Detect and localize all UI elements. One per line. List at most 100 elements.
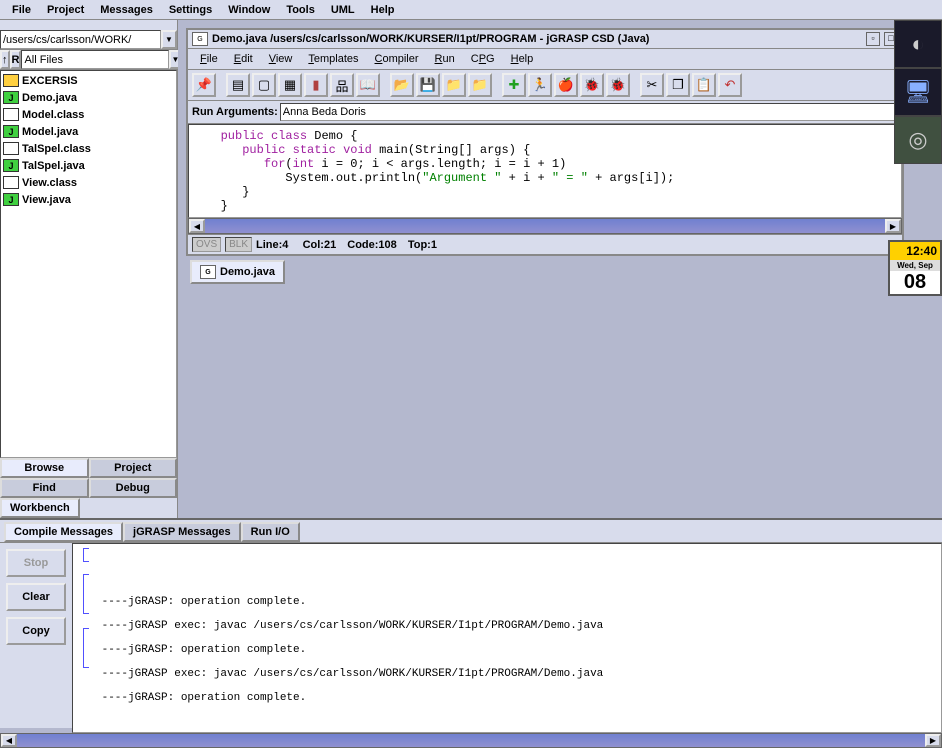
clock-widget[interactable]: 12:40 Wed, Sep 08 <box>888 240 942 296</box>
dock-app-icon[interactable]: ◎ <box>894 116 942 164</box>
filter-input[interactable] <box>21 50 169 69</box>
h-scrollbar[interactable]: ◀ ▶ <box>188 218 902 234</box>
tab-run-io[interactable]: Run I/O <box>241 522 300 542</box>
menu-project[interactable]: Project <box>39 2 92 18</box>
scroll-right-icon[interactable]: ▶ <box>885 219 901 233</box>
tab-find[interactable]: Find <box>0 478 89 498</box>
doc-icon: G <box>200 265 216 279</box>
ed-menu-help[interactable]: Help <box>503 51 542 67</box>
statusbar: OVS BLK Line:4 Col:21 Code:108 Top:1 <box>188 234 902 254</box>
ed-menu-templates[interactable]: Templates <box>300 51 366 67</box>
tab-debug[interactable]: Debug <box>89 478 178 498</box>
pin-icon[interactable]: 📌 <box>192 73 216 97</box>
refresh-button[interactable]: R <box>10 50 22 69</box>
open-icon[interactable]: 📂 <box>390 73 414 97</box>
tab-browse[interactable]: Browse <box>0 458 89 478</box>
nav-row: ↑ R ▼ <box>0 50 177 70</box>
doc-tab-demo[interactable]: G Demo.java <box>190 260 285 284</box>
remove-csd-icon[interactable]: ▢ <box>252 73 276 97</box>
path-input[interactable] <box>0 30 161 49</box>
chart-icon[interactable]: ▮ <box>304 73 328 97</box>
menu-help[interactable]: Help <box>363 2 403 18</box>
menu-file[interactable]: File <box>4 2 39 18</box>
paste-icon[interactable]: 📋 <box>692 73 716 97</box>
runargs-input[interactable] <box>280 103 898 121</box>
tab-jgrasp-messages[interactable]: jGRASP Messages <box>123 522 241 542</box>
csd-icon[interactable]: ▤ <box>226 73 250 97</box>
run-icon[interactable]: 🏃 <box>528 73 552 97</box>
ed-menu-view[interactable]: View <box>261 51 301 67</box>
ed-menu-compiler[interactable]: Compiler <box>367 51 427 67</box>
dock-globe-icon[interactable]: ◐ <box>894 20 942 68</box>
editor-titlebar: G Demo.java /users/cs/carlsson/WORK/KURS… <box>188 30 902 49</box>
msg-body: Stop Clear Copy ----jGRASP: operation co… <box>0 542 942 733</box>
menu-tools[interactable]: Tools <box>278 2 323 18</box>
file-label: Model.java <box>22 126 78 138</box>
file-item-model-java[interactable]: JModel.java <box>2 123 175 140</box>
scroll-left-icon[interactable]: ◀ <box>1 734 17 747</box>
file-item-demo[interactable]: JDemo.java <box>2 89 175 106</box>
scroll-track[interactable] <box>205 219 885 233</box>
tab-workbench[interactable]: Workbench <box>0 498 80 518</box>
file-item-talspel-class[interactable]: TalSpel.class <box>2 140 175 157</box>
ed-menu-edit[interactable]: Edit <box>226 51 261 67</box>
menu-messages[interactable]: Messages <box>92 2 161 18</box>
tab-project[interactable]: Project <box>89 458 178 478</box>
menu-window[interactable]: Window <box>220 2 278 18</box>
debug-apple-icon[interactable]: 🐞 <box>606 73 630 97</box>
scroll-right-icon[interactable]: ▶ <box>925 734 941 747</box>
clock-date: 08 <box>890 271 940 294</box>
msg-output[interactable]: ----jGRASP: operation complete. ----jGRA… <box>72 543 942 733</box>
right-area: G Demo.java /users/cs/carlsson/WORK/KURS… <box>178 20 942 518</box>
file-item-model-class[interactable]: Model.class <box>2 106 175 123</box>
java-icon: J <box>3 159 19 172</box>
menu-settings[interactable]: Settings <box>161 2 220 18</box>
copy-icon[interactable]: ❐ <box>666 73 690 97</box>
class-icon <box>3 176 19 189</box>
up-button[interactable]: ↑ <box>0 50 10 69</box>
ed-menu-run[interactable]: Run <box>427 51 463 67</box>
browse-fwd-icon[interactable]: 📁 <box>468 73 492 97</box>
left-tabs-1: Browse Project <box>0 458 177 478</box>
dock-monitor-icon[interactable]: 🖥 <box>894 68 942 116</box>
menu-uml[interactable]: UML <box>323 2 363 18</box>
stop-button[interactable]: Stop <box>6 549 66 577</box>
file-list[interactable]: EXCERSIS JDemo.java Model.class JModel.j… <box>0 70 177 458</box>
debug-icon[interactable]: 🐞 <box>580 73 604 97</box>
file-item-talspel-java[interactable]: JTalSpel.java <box>2 157 175 174</box>
code-editor[interactable]: public class Demo { public static void m… <box>188 124 902 218</box>
status-col: Col:21 <box>303 239 337 251</box>
ed-menu-cpg[interactable]: CPG <box>463 51 503 67</box>
scroll-track[interactable] <box>17 734 925 747</box>
book-icon[interactable]: 📖 <box>356 73 380 97</box>
cut-icon[interactable]: ✂ <box>640 73 664 97</box>
file-label: TalSpel.java <box>22 160 85 172</box>
left-tabs-3: Workbench <box>0 498 177 518</box>
side-dock: ◐ 🖥 ◎ <box>894 20 942 164</box>
runargs-label: Run Arguments: <box>192 106 278 118</box>
bottom-tabs: Compile Messages jGRASP Messages Run I/O <box>0 520 942 542</box>
copy-button[interactable]: Copy <box>6 617 66 645</box>
compile-icon[interactable]: ✚ <box>502 73 526 97</box>
file-item-excersis[interactable]: EXCERSIS <box>2 72 175 89</box>
window-icon: G <box>192 32 208 46</box>
path-dropdown-icon[interactable]: ▼ <box>161 30 177 49</box>
tab-compile-messages[interactable]: Compile Messages <box>4 522 123 542</box>
file-item-view-class[interactable]: View.class <box>2 174 175 191</box>
save-icon[interactable]: 💾 <box>416 73 440 97</box>
uml-icon[interactable]: 品 <box>330 73 354 97</box>
clock-day: Wed, Sep <box>890 260 940 271</box>
java-icon: J <box>3 91 19 104</box>
linenum-icon[interactable]: ▦ <box>278 73 302 97</box>
file-label: TalSpel.class <box>22 143 91 155</box>
doc-tab-label: Demo.java <box>220 266 275 278</box>
minimize-icon[interactable]: ▫ <box>866 32 880 46</box>
clear-button[interactable]: Clear <box>6 583 66 611</box>
msg-h-scrollbar[interactable]: ◀ ▶ <box>0 733 942 748</box>
ed-menu-file[interactable]: File <box>192 51 226 67</box>
file-item-view-java[interactable]: JView.java <box>2 191 175 208</box>
undo-icon[interactable]: ↶ <box>718 73 742 97</box>
run-apple-icon[interactable]: 🍎 <box>554 73 578 97</box>
scroll-left-icon[interactable]: ◀ <box>189 219 205 233</box>
browse-back-icon[interactable]: 📁 <box>442 73 466 97</box>
